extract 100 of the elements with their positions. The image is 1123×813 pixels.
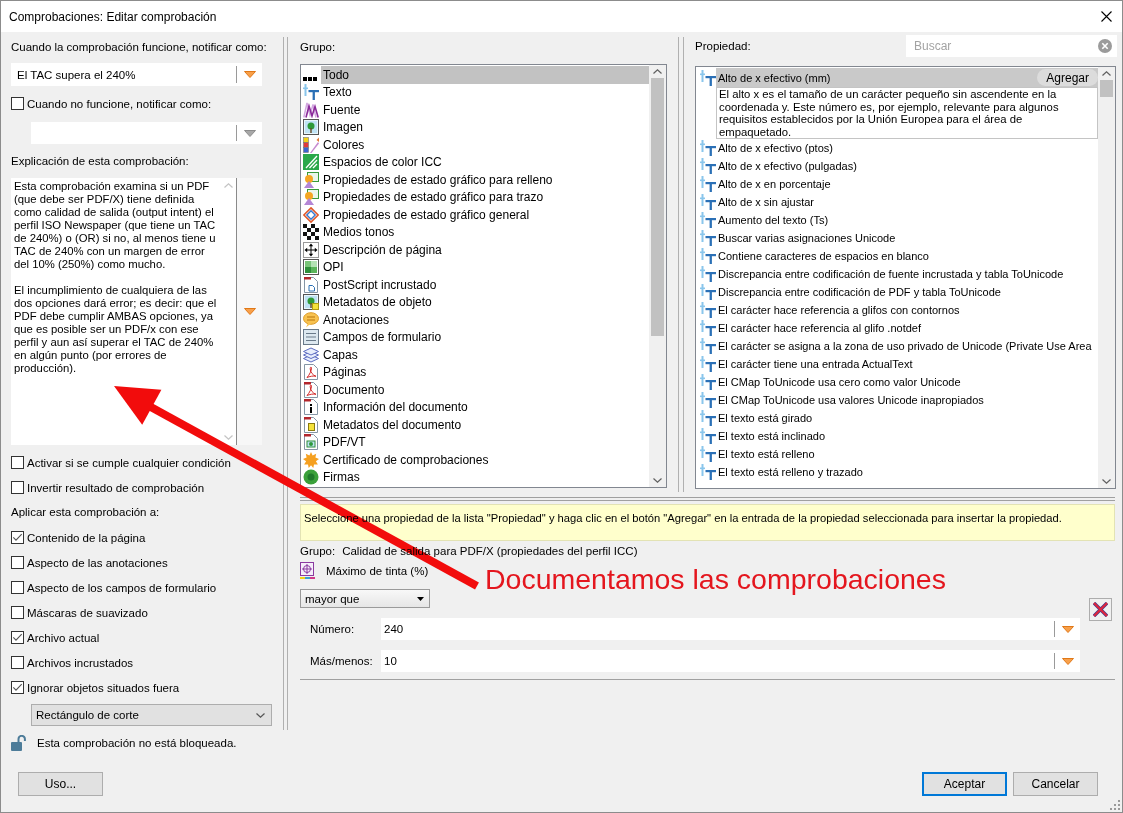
property-item[interactable]: El carácter tiene una entrada ActualText xyxy=(716,355,1098,373)
property-item[interactable]: El CMap ToUnicode usa cero como valor Unicode xyxy=(716,373,1098,391)
checkbox[interactable] xyxy=(11,656,24,669)
property-item[interactable]: Buscar varias asignaciones Unicode xyxy=(716,229,1098,247)
group-item[interactable]: Fuente xyxy=(321,101,649,119)
search-field[interactable]: Buscar xyxy=(906,35,1117,57)
group-item[interactable]: Imagen xyxy=(321,118,649,136)
scope-dropdown[interactable]: Rectángulo de corte xyxy=(31,704,272,726)
checkbox[interactable] xyxy=(11,531,24,544)
dropdown-icon[interactable] xyxy=(1061,625,1074,633)
group-item[interactable]: Colores xyxy=(321,136,649,154)
scrollbar-thumb[interactable] xyxy=(1100,80,1113,97)
property-item[interactable]: Alto de x en porcentaje xyxy=(716,175,1098,193)
pdf-document-icon xyxy=(303,381,319,398)
text-icon xyxy=(700,284,716,300)
property-item[interactable]: Alto de x sin ajustar xyxy=(716,193,1098,211)
checkbox[interactable] xyxy=(11,631,24,644)
chevron-down-icon[interactable] xyxy=(256,712,265,718)
property-item[interactable]: El carácter hace referencia a glifos con contornos xyxy=(716,301,1098,319)
diamond-icon xyxy=(303,206,319,223)
checkbox-label: Archivo actual xyxy=(27,631,100,644)
text-icon xyxy=(700,194,716,210)
usage-button[interactable]: Uso... xyxy=(18,772,103,796)
property-item[interactable]: El texto está relleno y trazado xyxy=(716,463,1098,481)
value-field[interactable]: 240 xyxy=(381,618,1080,640)
property-description: El alto x es el tamaño de un carácter pequeño sin ascendente en la coordenada y. Este número es, por ejemplo, relevante para algunos requisitos establecidos por la Unión Europea para el área de empaquetado. xyxy=(716,87,1098,139)
dropdown-icon[interactable] xyxy=(243,71,256,78)
field-label: Número: xyxy=(309,623,356,635)
dropdown-icon[interactable] xyxy=(243,308,256,315)
checkbox[interactable] xyxy=(11,481,24,494)
accept-button[interactable]: Aceptar xyxy=(922,772,1007,796)
chevron-up-icon[interactable] xyxy=(653,69,662,74)
checkbox[interactable] xyxy=(11,606,24,619)
checkbox[interactable] xyxy=(11,681,24,694)
chevron-down-icon[interactable] xyxy=(1102,479,1111,484)
scrollbar[interactable] xyxy=(1098,67,1115,488)
group-item[interactable]: Certificado de comprobaciones xyxy=(321,451,649,469)
group-item[interactable]: Metadatos de objeto xyxy=(321,293,649,311)
property-item[interactable]: El texto está girado xyxy=(716,409,1098,427)
property-item[interactable]: Discrepancia entre codificación de PDF y tabla ToUnicode xyxy=(716,283,1098,301)
text-icon xyxy=(700,374,716,390)
cross-icon xyxy=(1093,602,1108,617)
group-item[interactable]: Metadatos del documento xyxy=(321,416,649,434)
chevron-up-icon[interactable] xyxy=(1102,71,1111,76)
shapes-icon xyxy=(303,171,319,188)
scrollbar[interactable] xyxy=(649,65,666,487)
group-item[interactable]: Anotaciones xyxy=(321,311,649,329)
clear-icon[interactable] xyxy=(1098,39,1112,53)
property-item[interactable]: Contiene caracteres de espacios en blanco xyxy=(716,247,1098,265)
delete-button[interactable] xyxy=(1089,598,1112,621)
crosshair-icon xyxy=(300,562,315,579)
dropdown-icon[interactable] xyxy=(243,129,256,137)
checkbox[interactable] xyxy=(11,556,24,569)
group-item[interactable]: Propiedades de estado gráfico para trazo xyxy=(321,188,649,206)
checkbox-label: Activar si se cumple cualquier condición xyxy=(27,456,231,469)
group-item[interactable]: Firmas xyxy=(321,468,649,486)
property-item[interactable]: El carácter hace referencia al glifo .notdef xyxy=(716,319,1098,337)
checkbox[interactable] xyxy=(11,456,24,469)
value-field[interactable]: 10 xyxy=(381,650,1080,672)
text-icon xyxy=(700,410,716,426)
text-icon xyxy=(700,230,716,246)
group-item[interactable]: Todo xyxy=(321,66,649,84)
group-item[interactable]: Espacios de color ICC xyxy=(321,153,649,171)
checkbox[interactable] xyxy=(11,97,24,110)
image-icon xyxy=(303,119,319,136)
group-item[interactable]: Propiedades de estado gráfico para relleno xyxy=(321,171,649,189)
close-icon[interactable] xyxy=(1101,11,1112,22)
operator-dropdown[interactable]: mayor que xyxy=(300,589,430,608)
text-icon xyxy=(700,392,716,408)
property-item[interactable]: Discrepancia entre codificación de fuente incrustada y tabla ToUnicode xyxy=(716,265,1098,283)
group-item[interactable]: OPI xyxy=(321,258,649,276)
explanation-field[interactable] xyxy=(11,178,262,445)
group-item[interactable]: Propiedades de estado gráfico general xyxy=(321,206,649,224)
cancel-button[interactable]: Cancelar xyxy=(1013,772,1098,796)
chevron-down-icon[interactable] xyxy=(653,478,662,483)
group-item[interactable]: Medios tonos xyxy=(321,223,649,241)
property-item[interactable]: El CMap ToUnicode usa valores Unicode inapropiados xyxy=(716,391,1098,409)
dots-icon xyxy=(303,76,317,81)
add-button[interactable]: Agregar xyxy=(1037,69,1098,86)
group-item[interactable]: Documento xyxy=(321,381,649,399)
property-item[interactable]: Aumento del texto (Ts) xyxy=(716,211,1098,229)
property-item[interactable]: El carácter se asigna a la zona de uso privado de Unicode (Private Use Area xyxy=(716,337,1098,355)
group-item[interactable]: Información del documento xyxy=(321,398,649,416)
group-item[interactable]: Páginas xyxy=(321,363,649,381)
group-item[interactable]: Capas xyxy=(321,346,649,364)
group-item[interactable]: Texto xyxy=(321,83,649,101)
checkbox[interactable] xyxy=(11,581,24,594)
scrollbar-thumb[interactable] xyxy=(651,78,664,336)
property-item[interactable]: El texto está relleno xyxy=(716,445,1098,463)
group-item[interactable]: Descripción de página xyxy=(321,241,649,259)
property-item[interactable]: El texto está inclinado xyxy=(716,427,1098,445)
property-item[interactable]: Alto de x efectivo (pulgadas) xyxy=(716,157,1098,175)
dropdown-icon[interactable] xyxy=(1061,657,1074,665)
group-item[interactable]: PDF/VT xyxy=(321,433,649,451)
notify-combo[interactable]: El TAC supera el 240% xyxy=(11,63,262,86)
property-item[interactable]: Alto de x efectivo (ptos) xyxy=(716,139,1098,157)
group-item[interactable]: Campos de formulario xyxy=(321,328,649,346)
property-item[interactable]: Alto de x efectivo (mm) Agregar xyxy=(716,68,1098,87)
resize-grip-icon[interactable] xyxy=(1110,800,1120,810)
group-item[interactable]: PostScript incrustado xyxy=(321,276,649,294)
